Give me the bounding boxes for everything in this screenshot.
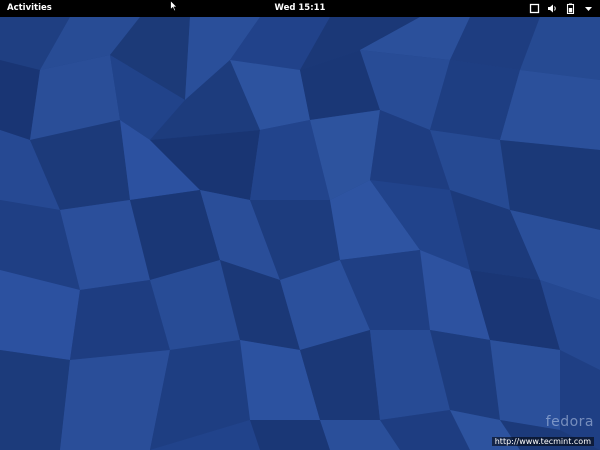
- watermark: fedora http://www.tecmint.com: [491, 414, 594, 448]
- dropdown-arrow-icon[interactable]: [583, 3, 594, 14]
- system-tray[interactable]: [529, 1, 594, 16]
- watermark-url: http://www.tecmint.com: [491, 437, 594, 446]
- window-icon[interactable]: [529, 3, 540, 14]
- activities-button[interactable]: Activities: [7, 3, 52, 14]
- desktop-wallpaper: [0, 0, 600, 450]
- top-bar: Activities Wed 15:11: [0, 0, 600, 17]
- battery-icon[interactable]: [565, 3, 576, 14]
- mouse-pointer-icon: [170, 0, 178, 12]
- desktop-screen: Activities Wed 15:11 fedora http://www.t…: [0, 0, 600, 450]
- volume-icon[interactable]: [547, 3, 558, 14]
- clock[interactable]: Wed 15:11: [245, 3, 355, 14]
- fedora-logo-text: fedora: [545, 414, 594, 430]
